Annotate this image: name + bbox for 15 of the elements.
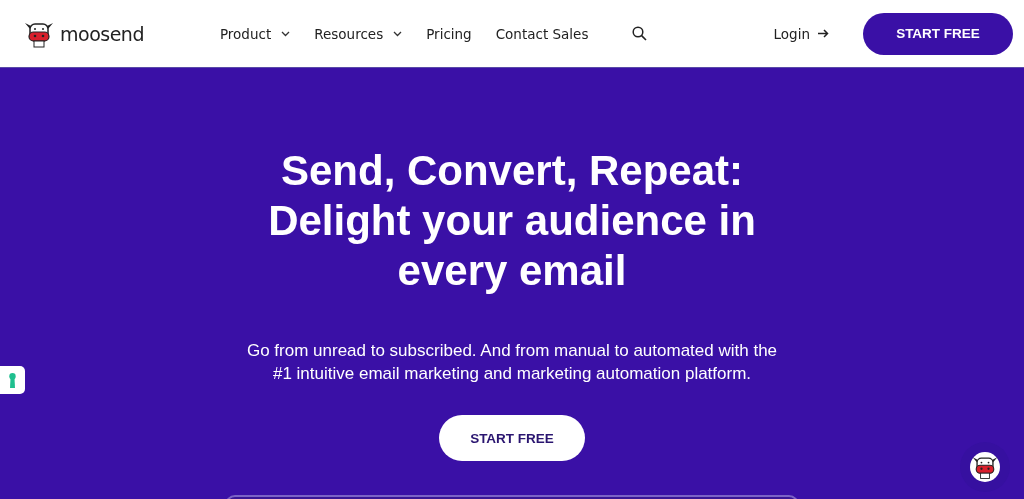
chevron-down-icon	[393, 30, 403, 37]
search-icon[interactable]	[632, 26, 648, 41]
hero-subtitle: Go from unread to subscribed. And from manual to automated with the #1 intuitive email marketing and marketing automation platform.	[246, 340, 778, 385]
nav-link[interactable]: Product	[219, 25, 291, 42]
start-free-button[interactable]: START FREE	[863, 12, 1013, 55]
login-link[interactable]: Login	[767, 24, 835, 43]
nav-link[interactable]: Pricing	[426, 25, 472, 42]
logo-text[interactable]: moosend	[60, 22, 144, 45]
chevron-down-icon	[281, 30, 291, 37]
hero-headline: Send, Convert, Repeat: Delight your audience in every email	[268, 146, 756, 296]
arrow-right-icon	[818, 29, 829, 38]
nav-link[interactable]: Resources	[314, 25, 403, 42]
keyhole-icon	[9, 372, 16, 388]
nav-link[interactable]: Contact Sales	[495, 25, 589, 42]
start-free-button[interactable]: START FREE	[439, 415, 585, 461]
